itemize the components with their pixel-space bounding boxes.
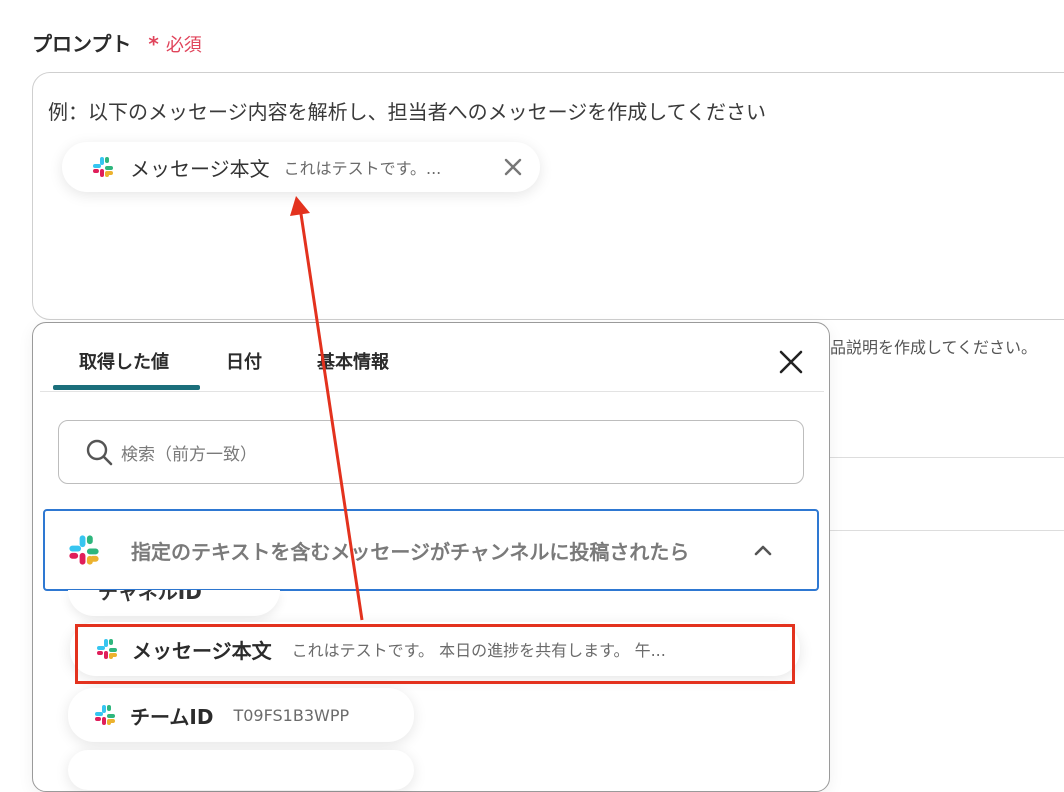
chip-value: T09FS1B3WPP: [233, 705, 350, 725]
chip-value: これはテストです。...: [283, 159, 442, 178]
background-hint-text: 品説明を作成してください。: [830, 338, 1038, 357]
chip-title: チャネルID: [98, 590, 202, 604]
close-icon[interactable]: [502, 156, 524, 178]
search-input[interactable]: 検索（前方一致）: [58, 420, 804, 484]
prompt-text: 例：以下のメッセージ内容を解析し、担当者へのメッセージを作成してください: [48, 100, 766, 124]
chip-title: チームID: [130, 704, 214, 729]
field-label-text: プロンプト: [32, 32, 132, 56]
background-divider: [830, 457, 1064, 458]
annotation-highlight-box: [75, 624, 795, 684]
value-chip-channel-id[interactable]: チャネルID: [68, 590, 280, 616]
value-chip-team-id[interactable]: チームID T09FS1B3WPP: [68, 688, 414, 742]
tab-date[interactable]: 日付: [226, 348, 262, 374]
trigger-group-header[interactable]: 指定のテキストを含むメッセージがチャンネルに投稿されたら: [43, 509, 819, 591]
slack-icon: [93, 157, 113, 177]
background-divider: [830, 530, 1064, 531]
tab-divider: [40, 391, 824, 392]
trigger-group-title: 指定のテキストを含むメッセージがチャンネルに投稿されたら: [131, 539, 690, 564]
value-chip-next[interactable]: [68, 750, 414, 790]
required-star: *: [148, 32, 159, 56]
chevron-up-icon[interactable]: [753, 543, 773, 557]
tab-acquired-values[interactable]: 取得した値: [79, 348, 169, 374]
close-icon[interactable]: [778, 349, 804, 375]
prompt-variable-chip[interactable]: メッセージ本文 これはテストです。...: [62, 142, 540, 192]
search-icon: [86, 439, 113, 466]
search-placeholder: 検索（前方一致）: [121, 444, 257, 465]
prompt-field-label: プロンプト * 必須: [32, 28, 202, 57]
active-tab-indicator: [53, 385, 200, 390]
required-text: 必須: [165, 35, 202, 56]
tab-basic-info[interactable]: 基本情報: [317, 348, 389, 374]
slack-icon: [95, 705, 115, 725]
slack-icon: [69, 535, 99, 565]
chip-title: メッセージ本文: [130, 156, 270, 181]
